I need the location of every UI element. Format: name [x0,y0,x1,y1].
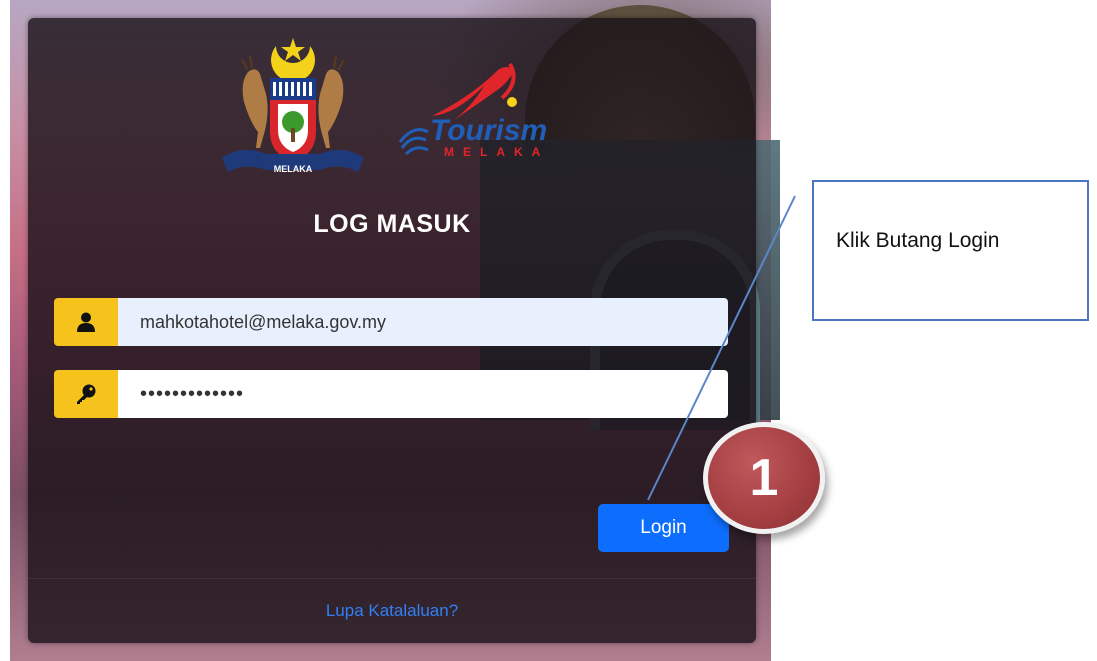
password-field-group [54,370,728,418]
panel-footer-divider [28,578,756,579]
username-field-group [54,298,728,346]
forgot-password-link[interactable]: Lupa Katalaluan? [0,601,784,621]
svg-text:MELAKA: MELAKA [274,164,313,174]
page-title: LOG MASUK [313,210,471,238]
tourism-subtitle: MELAKA [444,145,549,158]
user-icon [54,298,118,346]
login-button[interactable]: Login [598,504,729,552]
callout-text: Klik Butang Login [836,229,1000,252]
step-number-badge: 1 [703,422,825,534]
key-icon [54,370,118,418]
tourism-melaka-logo: Tourism MELAKA [398,63,549,158]
username-input[interactable] [118,298,728,346]
tourism-wordmark: Tourism [430,114,547,147]
password-input[interactable] [118,370,728,418]
melaka-crest-logo: MELAKA [222,38,364,174]
instruction-callout: Klik Butang Login [812,180,1089,321]
